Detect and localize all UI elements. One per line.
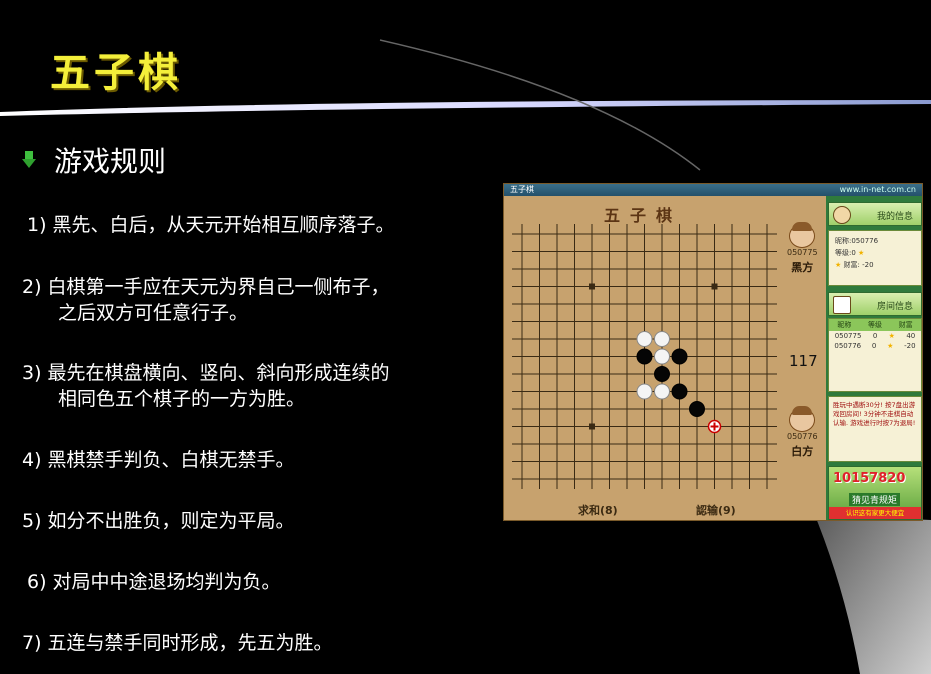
draw-button[interactable]: 求和(8) [578,502,618,518]
rule-5-text: 5) 如分不出胜负，则定为平局。 [22,510,295,532]
white-stone [636,383,653,400]
game-site-url: www.in-net.com.cn [839,185,916,194]
my-level: 等级:0 [835,249,856,257]
row-name: 050776 [834,342,862,350]
row-wealth: -20 [904,342,916,350]
white-stone [654,348,670,365]
col-wealth: 财富 [898,321,913,329]
section-title: 游戏规则 [54,145,167,178]
green-arrow-bullet-icon [22,151,36,168]
move-count: 117 [789,352,818,370]
my-wealth: 财富: -20 [843,261,874,269]
system-message: 胜玩中遇断30分! 按7盘出游戏回房间! 3分钟不走棋自动认输. 游戏进行时按7… [828,396,922,462]
star-icon: ★ [858,249,865,257]
table-row[interactable]: 050776 0 ★ -20 [829,341,921,351]
black-side-label: 黑方 [791,261,814,274]
rule-1-text: 1) 黑先、白后，从天元开始相互顺序落子。 [27,214,395,236]
black-stone [636,348,653,365]
room-info-header: 房间信息 [828,292,922,316]
star-icon: ★ [888,332,895,340]
white-stone [654,383,670,400]
rule-2-text: 2) 白棋第一手应在天元为界自己一侧布子， [22,276,390,298]
room-info-title: 房间信息 [876,302,913,312]
placement-cursor-icon [707,419,722,434]
my-nickname: 昵称:050776 [835,237,879,245]
star-point [711,283,718,290]
white-player: 050776 白方 [787,406,818,459]
star-icon: ★ [835,261,842,269]
white-player-id: 050776 [787,432,818,441]
my-info-header: 我的信息 [828,202,922,226]
my-info-panel: 昵称:050776 等级:0 ★ ★ 财富: -20 [828,230,922,286]
row-name: 050775 [834,332,862,340]
house-icon [833,296,851,314]
my-info-title: 我的信息 [876,212,913,222]
star-icon: ★ [887,342,894,350]
side-panel: 我的信息 昵称:050776 等级:0 ★ ★ 财富: -20 房间信息 昵称 … [826,196,922,520]
rule-2-continuation: 之后双方可任意行子。 [58,302,249,324]
row-level: 0 [871,342,877,350]
white-stone [636,331,653,347]
rule-3: 3) 最先在棋盘横向、竖向、斜向形成连续的 相同色五个棋子的一方为胜。 [22,360,390,412]
rule-3-text: 3) 最先在棋盘横向、竖向、斜向形成连续的 [22,362,390,384]
ad-banner[interactable]: 10157820 猜见青规矩 认识这有家更大便宜 [828,466,922,520]
row-wealth: 40 [906,332,916,340]
my-level-line: 等级:0 ★ [829,247,921,259]
game-window-title: 五子棋 [510,185,534,194]
white-side-label: 白方 [791,445,814,458]
rule-1: 1) 黑先、白后，从天元开始相互顺序落子。 [27,212,395,238]
rule-6: 6) 对局中中途退场均判为负。 [27,569,281,595]
rule-3-continuation: 相同色五个棋子的一方为胜。 [58,388,306,410]
row-level: 0 [872,332,878,340]
black-player-avatar [789,222,816,248]
section-header: 游戏规则 [22,140,166,180]
table-row[interactable]: 050775 0 ★ 40 [829,331,921,341]
col-level: 等级 [867,321,882,329]
rule-2: 2) 白棋第一手应在天元为界自己一侧布子， 之后双方可任意行子。 [22,274,390,326]
ad-subtitle: 猜见青规矩 [849,493,901,506]
star-point [589,423,595,430]
rule-6-text: 6) 对局中中途退场均判为负。 [27,571,281,593]
game-title-bar: 五子棋 www.in-net.com.cn [504,184,922,196]
room-info-panel: 昵称 等级 财富 050775 0 ★ 40 050776 0 ★ -20 [828,318,922,392]
black-stone [689,401,705,417]
my-wealth-line: ★ 财富: -20 [829,259,921,271]
rule-4: 4) 黑棋禁手判负、白棋无禁手。 [22,447,295,473]
black-player-id: 050775 [787,248,818,257]
rule-7: 7) 五连与禁手同时形成，先五为胜。 [22,630,333,656]
gomoku-game-window: 五子棋 www.in-net.com.cn 五子棋 050775 黑方 117 … [503,183,923,521]
board-title: 五子棋 [604,206,683,225]
resign-button[interactable]: 認输(9) [696,502,736,518]
rule-4-text: 4) 黑棋禁手判负、白棋无禁手。 [22,449,295,471]
ad-number: 10157820 [833,471,906,486]
slide-title: 五子棋 [50,50,182,96]
go-board[interactable] [504,196,826,521]
star-point [589,283,595,290]
black-stone [654,366,670,382]
black-stone [671,383,688,400]
black-stone [671,348,688,365]
board-area: 五子棋 050775 黑方 117 050776 白方 求和(8) 認输(9) [504,196,826,521]
ad-footer: 认识这有家更大便宜 [829,507,921,519]
white-player-avatar [789,406,816,432]
black-player: 050775 黑方 [787,222,818,275]
col-nickname: 昵称 [837,321,852,329]
user-avatar-icon [833,206,851,224]
rule-5: 5) 如分不出胜负，则定为平局。 [22,508,295,534]
room-table-header: 昵称 等级 财富 [829,319,921,331]
rule-7-text: 7) 五连与禁手同时形成，先五为胜。 [22,632,333,654]
white-stone [654,331,670,347]
